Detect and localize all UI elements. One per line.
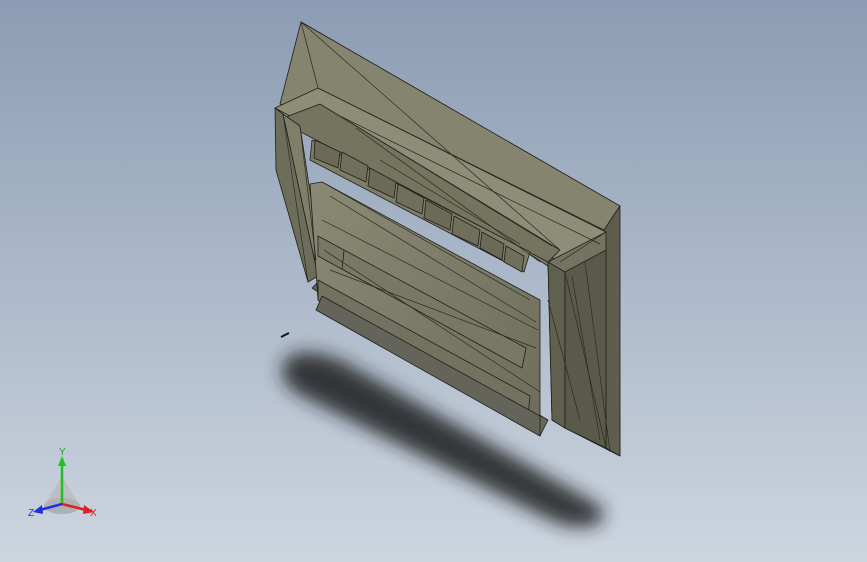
- graphics-viewport[interactable]: Y X Z: [0, 0, 867, 562]
- frame-right-post-side: [564, 249, 607, 449]
- z-axis-label: Z: [28, 508, 34, 519]
- y-axis-label: Y: [59, 447, 66, 458]
- 3d-model-view[interactable]: [0, 0, 867, 562]
- back-plate-right-face: [603, 205, 621, 457]
- x-axis-label: X: [90, 508, 97, 519]
- view-orientation-triad[interactable]: Y X Z: [22, 446, 112, 526]
- z-axis-arrow: [33, 505, 43, 514]
- sketch-point-marker: [280, 332, 290, 338]
- frame-right-post-face: [547, 261, 566, 429]
